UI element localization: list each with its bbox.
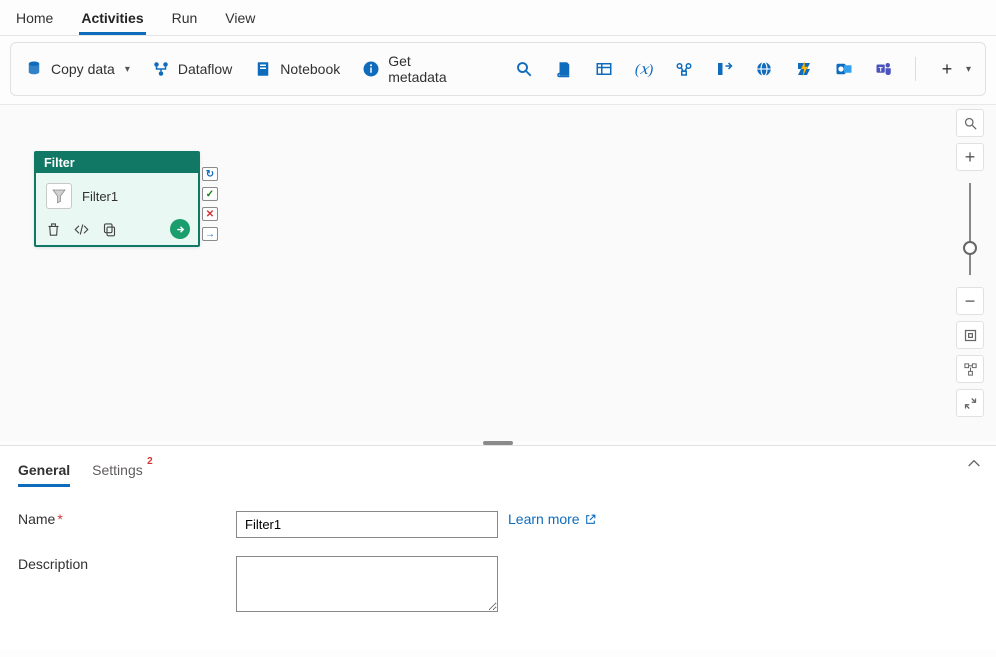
lookup-button[interactable] [511,56,537,82]
tab-run[interactable]: Run [170,6,200,35]
name-input[interactable] [236,511,498,538]
dataflow-button[interactable]: Dataflow [148,56,236,82]
get-metadata-label: Get metadata [388,53,473,85]
settings-badge: 2 [147,456,153,467]
port-failure[interactable]: ✕ [202,207,218,221]
activity-name-label: Filter1 [82,189,118,204]
port-completion[interactable]: → [202,227,218,241]
activity-ports: ↻ ✓ ✕ → [202,167,218,241]
port-skip[interactable]: ↻ [202,167,218,181]
stored-proc-button[interactable] [591,56,617,82]
zoom-out-button[interactable]: − [956,287,984,315]
zoom-slider-handle[interactable] [963,241,977,255]
outlook-icon [835,60,853,78]
variable-icon: (𝑥) [635,60,653,78]
tab-settings[interactable]: Settings 2 [92,458,143,487]
main-menu-tabs: Home Activities Run View [0,0,996,36]
filter-icon [46,183,72,209]
collapse-panel-button[interactable] [966,456,982,477]
chevron-down-icon: ▾ [966,64,971,75]
learn-more-link[interactable]: Learn more [508,511,597,527]
delete-icon[interactable] [44,220,62,238]
activity-type-label: Filter [36,153,198,173]
script-icon [555,60,573,78]
tab-settings-label: Settings [92,462,143,478]
toolbar-separator [915,57,916,81]
zoom-slider-track[interactable] [969,183,971,275]
copy-icon[interactable] [100,220,118,238]
teams-icon: T [875,60,893,78]
globe-icon [755,60,773,78]
database-icon [25,60,43,78]
zoom-in-button[interactable]: + [956,143,984,171]
pipeline-canvas[interactable]: Filter Filter1 ↻ ✓ ✕ → [0,104,996,441]
script-button[interactable] [551,56,577,82]
run-icon[interactable] [170,219,190,239]
notebook-button[interactable]: Notebook [250,56,344,82]
add-activity-button[interactable]: + ▾ [934,56,975,82]
description-label: Description [18,556,236,572]
azure-func-button[interactable] [791,56,817,82]
info-icon [362,60,380,78]
fullscreen-button[interactable] [956,389,984,417]
tab-activities[interactable]: Activities [79,6,145,35]
web-button[interactable] [751,56,777,82]
plus-icon: + [938,60,956,78]
ribbon-toolbar: Copy data ▾ Dataflow Notebook Get metada… [10,42,986,96]
auto-align-button[interactable] [956,355,984,383]
copy-data-button[interactable]: Copy data ▾ [21,56,134,82]
delete-column-icon [715,60,733,78]
chevron-down-icon: ▾ [125,64,130,75]
search-icon [515,60,533,78]
property-tabs: General Settings 2 [18,446,978,487]
fit-to-screen-button[interactable] [956,321,984,349]
pipeline-icon [675,60,693,78]
properties-panel: General Settings 2 Name* Learn more Desc… [0,445,996,650]
notebook-icon [254,60,272,78]
lightning-icon [795,60,813,78]
copy-data-label: Copy data [51,61,115,77]
port-success[interactable]: ✓ [202,187,218,201]
teams-button[interactable]: T [871,56,897,82]
description-input[interactable] [236,556,498,612]
zoom-panel: + − [956,109,984,417]
variable-button[interactable]: (𝑥) [631,56,657,82]
filter-activity[interactable]: Filter Filter1 ↻ ✓ ✕ → [34,151,200,247]
table-icon [595,60,613,78]
pipeline-button[interactable] [671,56,697,82]
tab-general[interactable]: General [18,458,70,487]
outlook-button[interactable] [831,56,857,82]
get-metadata-button[interactable]: Get metadata [358,49,477,89]
tab-view[interactable]: View [223,6,257,35]
external-link-icon [584,513,597,526]
tab-home[interactable]: Home [14,6,55,35]
dataflow-icon [152,60,170,78]
code-icon[interactable] [72,220,90,238]
name-label: Name* [18,511,236,527]
canvas-search-button[interactable] [956,109,984,137]
delete-activity-button[interactable] [711,56,737,82]
dataflow-label: Dataflow [178,61,232,77]
notebook-label: Notebook [280,61,340,77]
